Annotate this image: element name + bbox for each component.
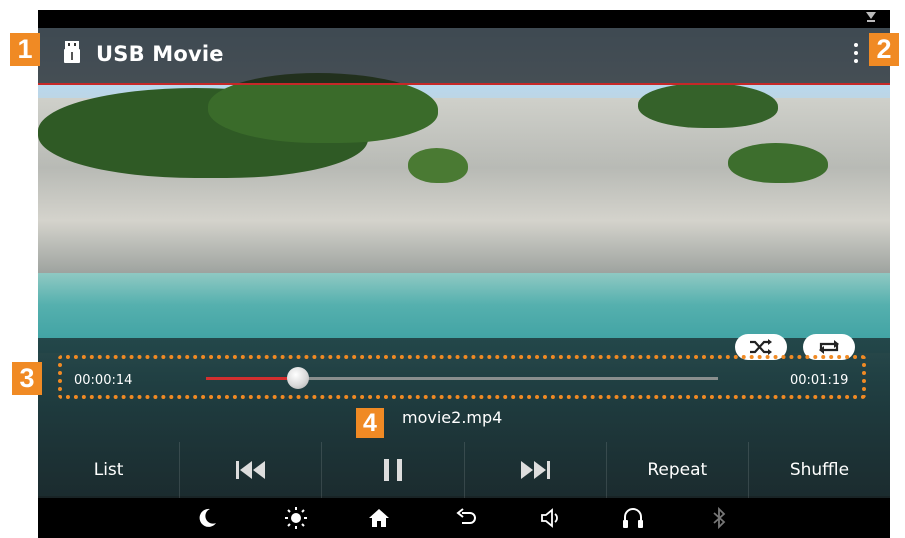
previous-button[interactable]	[180, 442, 323, 498]
progress-highlight	[58, 355, 866, 399]
brightness-icon[interactable]	[284, 506, 308, 530]
home-icon[interactable]	[367, 506, 391, 530]
usb-icon	[64, 41, 80, 63]
repeat-button[interactable]: Repeat	[607, 442, 749, 498]
back-icon[interactable]	[454, 506, 478, 530]
usb-movie-screen: USB Movie 00:00:14 00:01:19 movie2.mp4 L…	[38, 10, 890, 538]
list-button[interactable]: List	[38, 442, 181, 498]
skip-next-icon	[521, 461, 551, 479]
status-bar	[38, 10, 890, 28]
moon-icon[interactable]	[196, 506, 220, 530]
shuffle-label: Shuffle	[789, 460, 850, 480]
shuffle-icon	[750, 339, 772, 355]
title-bar: USB Movie	[38, 28, 890, 85]
repeat-icon	[819, 340, 839, 354]
signal-dash	[867, 20, 875, 22]
headphones-icon[interactable]	[621, 506, 645, 530]
video-trees	[408, 148, 468, 183]
video-trees	[728, 143, 828, 183]
more-vert-icon[interactable]	[852, 40, 860, 70]
repeat-label: Repeat	[647, 460, 708, 480]
pause-button[interactable]	[322, 442, 465, 498]
bluetooth-icon[interactable]	[707, 506, 731, 530]
skip-previous-icon	[235, 461, 265, 479]
callout-3: 3	[12, 362, 42, 395]
pause-icon	[383, 459, 402, 481]
file-name: movie2.mp4	[402, 408, 503, 427]
callout-1: 1	[10, 33, 40, 66]
shuffle-button[interactable]: Shuffle	[749, 442, 890, 498]
volume-icon[interactable]	[539, 506, 563, 530]
video-trees	[638, 83, 778, 128]
callout-4: 4	[356, 408, 384, 438]
next-button[interactable]	[465, 442, 607, 498]
signal-icon	[866, 12, 876, 19]
list-label: List	[93, 460, 124, 480]
callout-2: 2	[869, 33, 899, 66]
control-bar: List Repeat Shuffle	[38, 442, 890, 498]
system-nav-bar	[38, 498, 890, 538]
page-title: USB Movie	[96, 42, 224, 66]
